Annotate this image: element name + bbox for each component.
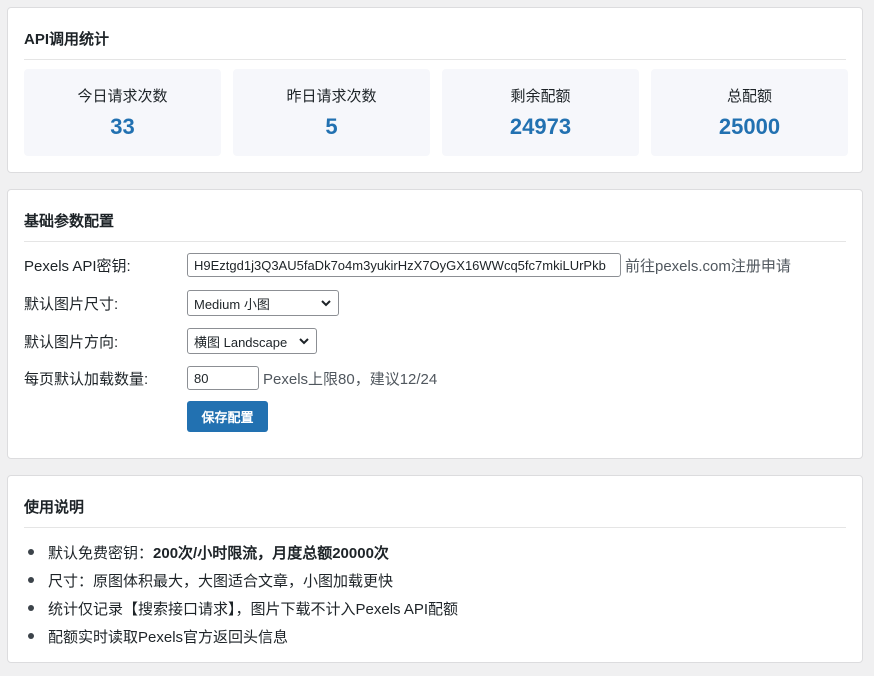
config-card: 基础参数配置 Pexels API密钥: 前往pexels.com注册申请 默认… (7, 189, 863, 459)
bullet-icon (28, 605, 34, 611)
stat-total-quota: 总配额 25000 (651, 69, 848, 156)
usage-list: 默认免费密钥： 200次/小时限流，月度总额20000次 尺寸：原图体积最大，大图… (24, 538, 458, 650)
card-title: API调用统计 (24, 8, 846, 60)
list-item: 统计仅记录【搜索接口请求】，图片下载不计入Pexels API配额 (24, 594, 458, 622)
bullet-icon (28, 549, 34, 555)
per-page-label: 每页默认加载数量: (24, 370, 149, 388)
stats-row: 今日请求次数 33 昨日请求次数 5 剩余配额 24973 总配额 25000 (24, 69, 848, 156)
register-link[interactable]: 前往pexels.com注册申请 (625, 255, 791, 276)
stat-value: 24973 (509, 114, 572, 139)
api-key-label: Pexels API密钥: (24, 257, 131, 275)
size-label: 默认图片尺寸: (24, 295, 119, 313)
bullet-icon (28, 577, 34, 583)
usage-text: 尺寸：原图体积最大，大图适合文章，小图加载更快 (48, 572, 394, 590)
bullet-icon (28, 633, 34, 639)
stat-value: 5 (325, 114, 338, 139)
stat-today-requests: 今日请求次数 33 (24, 69, 221, 156)
api-stats-card: API调用统计 今日请求次数 33 昨日请求次数 5 剩余配额 24973 总配… (7, 7, 863, 173)
stat-value: 25000 (718, 114, 781, 139)
usage-bold-text: 200次/小时限流，月度总额20000次 (153, 544, 389, 562)
orientation-selected: 横图 Landscape (194, 334, 288, 350)
save-config-button[interactable]: 保存配置 (187, 401, 268, 432)
orientation-select[interactable]: 横图 Landscape (187, 328, 317, 354)
stat-label: 今日请求次数 (77, 88, 168, 105)
orientation-row: 默认图片方向: 横图 Landscape (24, 328, 317, 354)
api-key-row: Pexels API密钥: 前往pexels.com注册申请 (24, 253, 791, 277)
card-title: 使用说明 (24, 476, 846, 528)
stat-label: 总配额 (726, 88, 772, 105)
card-title: 基础参数配置 (24, 190, 846, 242)
stat-yesterday-requests: 昨日请求次数 5 (233, 69, 430, 156)
usage-text: 默认免费密钥： (48, 544, 154, 562)
size-row: 默认图片尺寸: Medium 小图 (24, 290, 339, 316)
per-page-input[interactable] (187, 366, 259, 390)
stat-label: 昨日请求次数 (286, 88, 377, 105)
list-item: 配额实时读取Pexels官方返回头信息 (24, 622, 458, 650)
stat-value: 33 (110, 114, 135, 139)
chevron-down-icon (299, 338, 309, 345)
size-select[interactable]: Medium 小图 (187, 290, 339, 316)
list-item: 尺寸：原图体积最大，大图适合文章，小图加载更快 (24, 566, 458, 594)
api-key-input[interactable] (187, 253, 621, 277)
usage-text: 配额实时读取Pexels官方返回头信息 (48, 628, 289, 646)
size-selected: Medium 小图 (194, 296, 270, 312)
list-item: 默认免费密钥： 200次/小时限流，月度总额20000次 (24, 538, 458, 566)
per-page-row: 每页默认加载数量: Pexels上限80，建议12/24 (24, 366, 437, 390)
stat-remaining-quota: 剩余配额 24973 (442, 69, 639, 156)
usage-card: 使用说明 默认免费密钥： 200次/小时限流，月度总额20000次 尺寸：原图体积… (7, 475, 863, 663)
chevron-down-icon (321, 300, 331, 307)
stat-label: 剩余配额 (510, 88, 571, 105)
per-page-hint: Pexels上限80，建议12/24 (263, 370, 438, 388)
orientation-label: 默认图片方向: (24, 333, 119, 351)
usage-text: 统计仅记录【搜索接口请求】，图片下载不计入Pexels API配额 (48, 600, 459, 618)
